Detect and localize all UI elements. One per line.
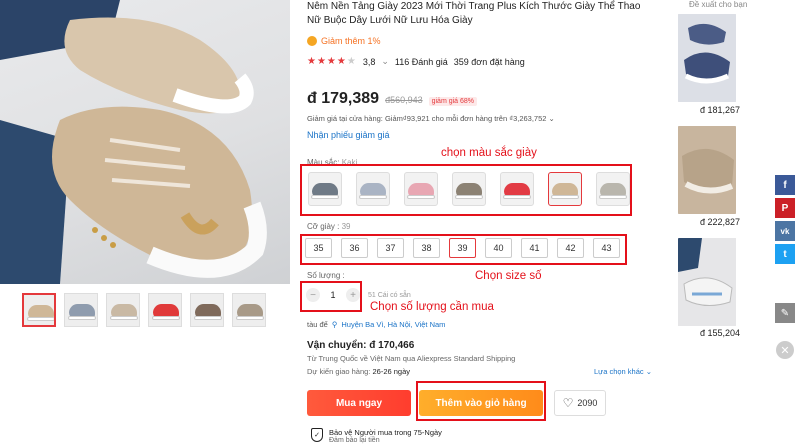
close-icon[interactable]: ✕ [776, 341, 794, 359]
size-label: Cỡ giày : 39 [307, 222, 351, 231]
protection-title: Bảo vệ Người mua trong 75-Ngày [329, 428, 442, 437]
star-rating-icon: ★★★★★ [307, 56, 357, 67]
thumbnail-6[interactable] [232, 293, 266, 327]
recommend-item-price: đ 181,267 [700, 105, 741, 115]
thumbnail-5[interactable] [190, 293, 224, 327]
buyer-protection: ✓ Bảo vệ Người mua trong 75-Ngày Đảm bảo… [311, 428, 442, 444]
store-discount-text: Giảm giá tại cửa hàng: Giảm₫93,921 cho m… [307, 114, 547, 123]
extra-discount-badge[interactable]: Giảm thêm 1% [307, 36, 381, 46]
annotation-box-color [300, 164, 632, 216]
chevron-down-icon: ⌄ [548, 114, 555, 123]
wishlist-button[interactable]: ♡ 2090 [554, 390, 606, 416]
discount-tag: giảm giá 68% [428, 97, 478, 106]
stock-available: 51 Cái có sẵn [368, 292, 411, 299]
buy-now-button[interactable]: Mua ngay [307, 390, 411, 416]
ship-from-location[interactable]: Huyện Ba Vì, Hà Nội, Việt Nam [341, 320, 445, 329]
review-count[interactable]: 116 Đánh giá [395, 57, 448, 67]
delivery-value: 26-26 ngày [372, 367, 411, 376]
shipping-options-label: Lựa chọn khác [594, 367, 644, 376]
recommend-item-image[interactable] [678, 126, 736, 214]
wishlist-count: 2090 [577, 398, 598, 408]
vk-icon[interactable]: vk [775, 221, 795, 241]
coupon-icon [307, 36, 317, 46]
annotation-color-text: chọn màu sắc giày [441, 147, 537, 159]
twitter-icon[interactable]: t [775, 244, 795, 264]
chevron-down-icon: ⌄ [645, 367, 653, 376]
thumbnail-3[interactable] [106, 293, 140, 327]
thumbnail-2[interactable] [64, 293, 98, 327]
shipping-cost: Vận chuyển: đ 170,466 [307, 340, 415, 351]
heart-icon: ♡ [562, 396, 574, 410]
delivery-label: Dự kiến giao hàng: [307, 367, 371, 376]
shipping-description: Từ Trung Quốc về Việt Nam qua Aliexpress… [307, 354, 516, 363]
annotation-box-qty [300, 281, 362, 312]
recommend-item-image[interactable] [678, 14, 736, 102]
store-discount-info[interactable]: Giảm giá tại cửa hàng: Giảm₫93,921 cho m… [307, 114, 555, 123]
edit-icon[interactable]: ✎ [775, 303, 795, 323]
shipping-options-link[interactable]: Lựa chọn khác ⌄ [594, 367, 652, 376]
product-main-image[interactable] [0, 0, 290, 284]
recommend-item-image[interactable] [678, 238, 736, 326]
size-label-text: Cỡ giày : [307, 222, 340, 231]
recommend-item-price: đ 155,204 [700, 328, 741, 338]
quantity-label: Số lượng : [307, 271, 345, 280]
annotation-size-text: Chọn size số [475, 270, 542, 282]
location-pin-icon: ⚲ [331, 320, 338, 329]
order-count: 359 đơn đặt hàng [453, 56, 525, 67]
pinterest-icon[interactable]: P [775, 198, 795, 218]
price-row: đ 179,389 đ560,943 giảm giá 68% [307, 90, 478, 108]
ship-from-label: tàu để [307, 320, 328, 329]
get-coupon-link[interactable]: Nhận phiếu giảm giá [307, 130, 390, 140]
thumbnail-strip [22, 293, 266, 327]
shield-check-icon: ✓ [311, 428, 323, 442]
protection-subtitle: Đảm bảo lại tiền [329, 437, 380, 444]
recommend-item-price: đ 222,827 [700, 217, 741, 227]
annotation-qty-text: Chọn số lượng cần mua [370, 301, 494, 313]
product-title: Nêm Nền Tảng Giày 2023 Mới Thời Trang Pl… [307, 1, 641, 26]
delivery-estimate: Dự kiến giao hàng: 26-26 ngày [307, 367, 410, 376]
ship-from: tàu để ⚲ Huyện Ba Vì, Hà Nội, Việt Nam [307, 320, 445, 329]
original-price: đ560,943 [385, 95, 423, 105]
extra-discount-label: Giảm thêm 1% [321, 36, 381, 46]
rating-value[interactable]: 3,8 [363, 57, 376, 67]
thumbnail-4[interactable] [148, 293, 182, 327]
annotation-box-size [300, 234, 627, 265]
size-selected-value: 39 [341, 222, 351, 231]
annotation-box-cart [416, 381, 546, 421]
rating-row: ★★★★★ 3,8 ⌄ 116 Đánh giá 359 đơn đặt hàng [307, 56, 525, 67]
current-price: đ 179,389 [307, 90, 380, 107]
facebook-icon[interactable]: f [775, 175, 795, 195]
recommend-title: Đề xuất cho bạn [689, 0, 748, 9]
thumbnail-1[interactable] [22, 293, 56, 327]
